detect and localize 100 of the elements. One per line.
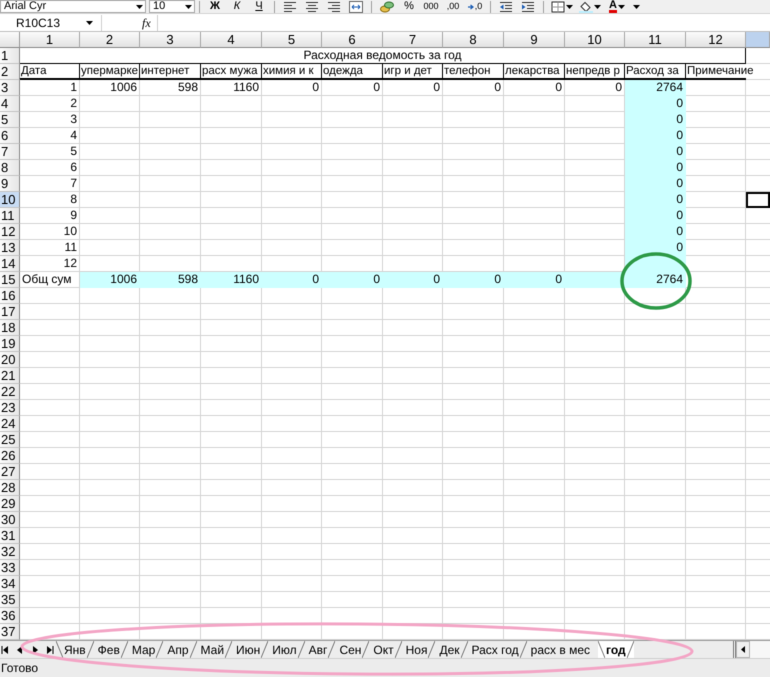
next-sheet-icon[interactable]	[31, 646, 39, 654]
table-cell-text: 9	[69, 208, 78, 224]
caret-icon	[594, 4, 601, 8]
row-header[interactable]: 14	[0, 256, 20, 272]
table-cell: 0	[625, 192, 686, 208]
previous-sheet-icon[interactable]	[16, 646, 24, 654]
sheet-tab[interactable]: год	[598, 641, 634, 658]
increase-decimal-button[interactable]: ,00	[443, 0, 463, 13]
row-header[interactable]: 5	[0, 112, 20, 128]
percent-style-button[interactable]: %	[399, 0, 419, 13]
italic-button[interactable]: К	[227, 0, 247, 13]
table-cell-text: 0	[493, 80, 502, 96]
row-header[interactable]: 7	[0, 144, 20, 160]
status-text: Готово	[0, 661, 38, 675]
last-sheet-icon[interactable]	[46, 646, 54, 654]
table-cell-text: 8	[69, 192, 78, 208]
decrease-decimal-button[interactable]: ,0	[465, 0, 485, 13]
sheet-tab[interactable]: расх в мес	[526, 641, 598, 658]
font-name-field[interactable]: Arial Cyr	[0, 0, 146, 13]
column-header[interactable]: 10	[565, 32, 625, 48]
table-cell-text: 6	[69, 160, 78, 176]
row-header[interactable]: 35	[0, 592, 20, 608]
sheet-title: Расходная ведомость за год	[20, 48, 746, 64]
fill-color-button[interactable]	[577, 0, 603, 13]
horizontal-scrollbar[interactable]	[733, 641, 770, 658]
font-size-field[interactable]: 10	[149, 0, 195, 13]
table-cell: 0	[443, 272, 504, 288]
column-header[interactable]: 11	[625, 32, 686, 48]
row-header[interactable]: 24	[0, 416, 20, 432]
table-cell-text: 1	[69, 80, 78, 96]
column-header[interactable]: 6	[322, 32, 383, 48]
currency-button[interactable]	[377, 0, 397, 13]
column-header[interactable]: 9	[504, 32, 565, 48]
row-header[interactable]: 36	[0, 608, 20, 624]
row-header[interactable]: 21	[0, 368, 20, 384]
row-header[interactable]: 23	[0, 400, 20, 416]
table-cell: 0	[625, 240, 686, 256]
caret-icon	[136, 4, 143, 8]
column-header[interactable]: 2	[80, 32, 140, 48]
row-header[interactable]: 1	[0, 48, 20, 64]
select-all-button[interactable]	[0, 32, 20, 48]
table-cell-text: 1160	[232, 80, 260, 96]
row-header[interactable]: 37	[0, 624, 20, 640]
column-header[interactable]: 5	[262, 32, 322, 48]
table-cell-text: 0	[554, 80, 563, 96]
row-header[interactable]: 15	[0, 272, 20, 288]
column-header[interactable]: 12	[686, 32, 746, 48]
row-header[interactable]: 6	[0, 128, 20, 144]
table-cell: 0	[504, 272, 565, 288]
row-header[interactable]: 16	[0, 288, 20, 304]
row-header[interactable]: 9	[0, 176, 20, 192]
table-cell: 2764	[625, 80, 686, 96]
sheet-tab[interactable]: Янв	[56, 641, 94, 658]
bold-button[interactable]: Ж	[205, 0, 225, 13]
row-header[interactable]: 34	[0, 576, 20, 592]
table-cell: 0	[383, 272, 443, 288]
row-header[interactable]: 25	[0, 432, 20, 448]
column-header[interactable]: 1	[20, 32, 80, 48]
row-header[interactable]: 12	[0, 224, 20, 240]
row-header[interactable]: 13	[0, 240, 20, 256]
column-header[interactable]: 3	[140, 32, 201, 48]
row-header[interactable]: 2	[0, 64, 20, 80]
row-header[interactable]: 4	[0, 96, 20, 112]
row-header[interactable]: 11	[0, 208, 20, 224]
row-header[interactable]: 28	[0, 480, 20, 496]
insert-function-button[interactable]: fx	[142, 16, 151, 30]
row-header[interactable]: 27	[0, 464, 20, 480]
row-header[interactable]: 31	[0, 528, 20, 544]
first-sheet-icon[interactable]	[1, 646, 9, 654]
row-header[interactable]: 10	[0, 192, 20, 208]
name-box[interactable]: R10C13	[0, 14, 102, 30]
column-header[interactable]: 4	[201, 32, 262, 48]
table-cell-text: 0	[614, 80, 623, 96]
table-cell-text: 2	[69, 96, 78, 112]
row-header[interactable]: 26	[0, 448, 20, 464]
merge-button[interactable]	[346, 0, 366, 13]
row-header[interactable]: 18	[0, 320, 20, 336]
column-header[interactable]: 7	[383, 32, 443, 48]
row-header[interactable]: 19	[0, 336, 20, 352]
row-header[interactable]: 32	[0, 544, 20, 560]
row-header[interactable]: 3	[0, 80, 20, 96]
table-cell: 0	[625, 224, 686, 240]
selected-cell[interactable]	[746, 192, 770, 208]
row-header[interactable]: 8	[0, 160, 20, 176]
column-header[interactable]: 8	[443, 32, 504, 48]
row-header[interactable]: 29	[0, 496, 20, 512]
column-label: расх мужа	[201, 64, 258, 78]
table-cell-text: 1006	[109, 80, 138, 96]
row-header[interactable]: 33	[0, 560, 20, 576]
borders-button[interactable]	[549, 0, 575, 13]
row-header[interactable]: 22	[0, 384, 20, 400]
underline-button[interactable]: Ч	[249, 0, 269, 13]
align-center-icon	[305, 0, 319, 12]
table-cell-text: 4	[69, 128, 78, 144]
row-header[interactable]: 20	[0, 352, 20, 368]
table-cell: 0	[625, 128, 686, 144]
row-header[interactable]: 17	[0, 304, 20, 320]
thousands-style-button[interactable]: 000	[421, 0, 441, 13]
row-header[interactable]: 30	[0, 512, 20, 528]
scroll-left-button[interactable]	[736, 641, 750, 658]
